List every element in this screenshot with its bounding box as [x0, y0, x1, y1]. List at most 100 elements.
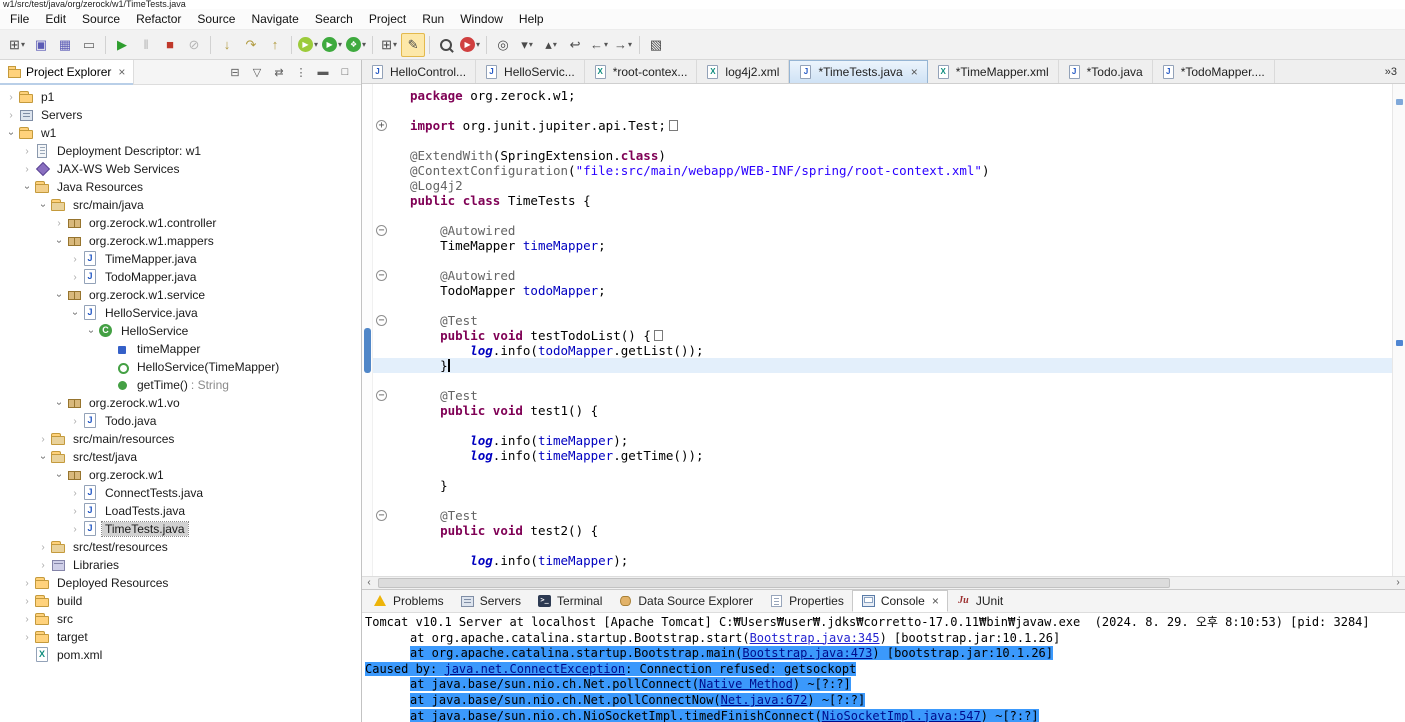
tree-item-build[interactable]: › build [0, 592, 361, 610]
code-line[interactable]: @ExtendWith(SpringExtension.class) [373, 148, 1392, 163]
tab-properties[interactable]: Properties [761, 590, 852, 612]
editor-tab-helloservic[interactable]: HelloServic... [476, 60, 585, 83]
code-line[interactable]: @ContextConfiguration("file:src/main/web… [373, 163, 1392, 178]
tree-item-jax-ws-web-services[interactable]: › JAX-WS Web Services [0, 160, 361, 178]
menu-file[interactable]: File [2, 10, 37, 28]
expander-icon[interactable]: › [36, 542, 50, 553]
tree-item-helloservice-java[interactable]: › HelloService.java [0, 304, 361, 322]
tab-servers[interactable]: Servers [452, 590, 529, 612]
tab-problems[interactable]: Problems [365, 590, 452, 612]
expander-icon[interactable]: › [54, 396, 65, 410]
scroll-right-arrow[interactable]: › [1391, 577, 1405, 589]
tree-item-src-test-resources[interactable]: › src/test/resources [0, 538, 361, 556]
close-icon[interactable]: × [932, 594, 939, 608]
editor-tab-root-contex[interactable]: *root-contex... [585, 60, 698, 83]
code-line[interactable] [373, 418, 1392, 433]
collapse-icon[interactable]: − [373, 313, 390, 328]
editor-tab-hellocontrol[interactable]: HelloControl... [362, 60, 477, 83]
expander-icon[interactable]: › [68, 524, 82, 535]
code-line[interactable]: public void test2() { [373, 523, 1392, 538]
tree-item-helloservice[interactable]: › HelloService [0, 322, 361, 340]
fold-plus-icon[interactable]: + [376, 120, 387, 131]
external-tools-button[interactable]: ▶ ▾ [458, 33, 482, 57]
tree-item-src[interactable]: › src [0, 610, 361, 628]
code-line[interactable]: TodoMapper todoMapper; [373, 283, 1392, 298]
expander-icon[interactable]: › [4, 110, 18, 121]
tree-item-org-zerock-w1-mappers[interactable]: › org.zerock.w1.mappers [0, 232, 361, 250]
save-all-button[interactable]: ▦ [53, 33, 77, 57]
filters-icon[interactable]: ▽ [249, 66, 265, 79]
coverage-button[interactable]: ▶ ▾ [296, 33, 320, 57]
tab-overflow-button[interactable]: »3 [1377, 60, 1405, 83]
fold-minus-icon[interactable]: − [376, 270, 387, 281]
horizontal-scrollbar[interactable]: ‹ › [362, 576, 1405, 589]
expander-icon[interactable]: › [52, 218, 66, 229]
expander-icon[interactable]: › [20, 146, 34, 157]
link-with-editor-icon[interactable]: ⇄ [271, 66, 287, 79]
tab-terminal[interactable]: Terminal [529, 590, 610, 612]
forward-button[interactable]: → ▾ [611, 33, 635, 57]
menu-project[interactable]: Project [361, 10, 414, 28]
tree-item-pom-xml[interactable]: pom.xml [0, 646, 361, 664]
prev-annotation-button[interactable]: ▴ ▾ [539, 33, 563, 57]
code-line[interactable]: public void testTodoList() { [373, 328, 1392, 343]
code-line[interactable]: public class TimeTests { [373, 193, 1392, 208]
menu-source[interactable]: Source [74, 10, 128, 28]
code-line[interactable] [373, 103, 1392, 118]
editor-tab-timemapper-xml[interactable]: *TimeMapper.xml [928, 60, 1059, 83]
code-area[interactable]: package org.zerock.w1; + import org.junit.… [373, 84, 1392, 576]
expander-icon[interactable]: › [38, 450, 49, 464]
expander-icon[interactable]: › [68, 506, 82, 517]
code-line[interactable] [373, 208, 1392, 223]
collapse-icon[interactable]: − [373, 388, 390, 403]
fold-minus-icon[interactable]: − [376, 315, 387, 326]
tree-item-timetests-java[interactable]: › TimeTests.java [0, 520, 361, 538]
tree-item-java-resources[interactable]: › Java Resources [0, 178, 361, 196]
code-line[interactable]: log.info(todoMapper.getList()); [373, 343, 1392, 358]
code-line[interactable]: package org.zerock.w1; [373, 88, 1392, 103]
tab-console[interactable]: Console × [851, 590, 948, 612]
code-line[interactable]: } [373, 478, 1392, 493]
new-web-wizard-button[interactable]: ⊞ ▾ [377, 33, 401, 57]
tree-item-src-test-java[interactable]: › src/test/java [0, 448, 361, 466]
code-line[interactable]: public void test1() { [373, 403, 1392, 418]
code-line[interactable] [373, 463, 1392, 478]
tree-item-src-main-java[interactable]: › src/main/java [0, 196, 361, 214]
debug-suspend-button[interactable]: ‖ [134, 33, 158, 57]
back-button[interactable]: ← ▾ [587, 33, 611, 57]
expander-icon[interactable]: › [54, 234, 65, 248]
stacktrace-link[interactable]: NioSocketImpl.java:547 [822, 709, 981, 722]
stacktrace-link[interactable]: Net.java:672 [721, 693, 808, 707]
close-icon[interactable]: × [911, 65, 918, 79]
debug-resume-button[interactable]: ▶ [110, 33, 134, 57]
code-line[interactable]: − @Test [373, 313, 1392, 328]
tree-item-loadtests-java[interactable]: › LoadTests.java [0, 502, 361, 520]
tree-item-deployment-descriptor-w1[interactable]: › Deployment Descriptor: w1 [0, 142, 361, 160]
expander-icon[interactable]: › [4, 92, 18, 103]
code-line[interactable] [373, 298, 1392, 313]
expander-icon[interactable]: › [20, 596, 34, 607]
code-line[interactable] [373, 373, 1392, 388]
stacktrace-link[interactable]: Bootstrap.java:345 [750, 631, 880, 645]
collapse-all-icon[interactable]: ⊟ [227, 66, 243, 79]
tree-item-todomapper-java[interactable]: › TodoMapper.java [0, 268, 361, 286]
print-button[interactable]: ▭ [77, 33, 101, 57]
tree-item-servers[interactable]: › Servers [0, 106, 361, 124]
step-return-button[interactable]: ↑ [263, 33, 287, 57]
expander-icon[interactable]: › [20, 164, 34, 175]
expander-icon[interactable]: › [20, 578, 34, 589]
fold-minus-icon[interactable]: − [376, 390, 387, 401]
scroll-left-arrow[interactable]: ‹ [362, 577, 376, 589]
expand-icon[interactable]: + [373, 118, 390, 133]
code-line[interactable]: − @Test [373, 388, 1392, 403]
expander-icon[interactable]: › [20, 632, 34, 643]
editor-tab-log4j2-xml[interactable]: log4j2.xml [697, 60, 790, 83]
tree-item-src-main-resources[interactable]: › src/main/resources [0, 430, 361, 448]
code-line[interactable]: @Log4j2 [373, 178, 1392, 193]
tree-item-org-zerock-w1[interactable]: › org.zerock.w1 [0, 466, 361, 484]
last-edit-location-button[interactable]: ↩ [563, 33, 587, 57]
tab-data-source-explorer[interactable]: Data Source Explorer [610, 590, 761, 612]
step-into-button[interactable]: ↓ [215, 33, 239, 57]
menu-source[interactable]: Source [189, 10, 243, 28]
maximize-icon[interactable]: □ [337, 66, 353, 79]
